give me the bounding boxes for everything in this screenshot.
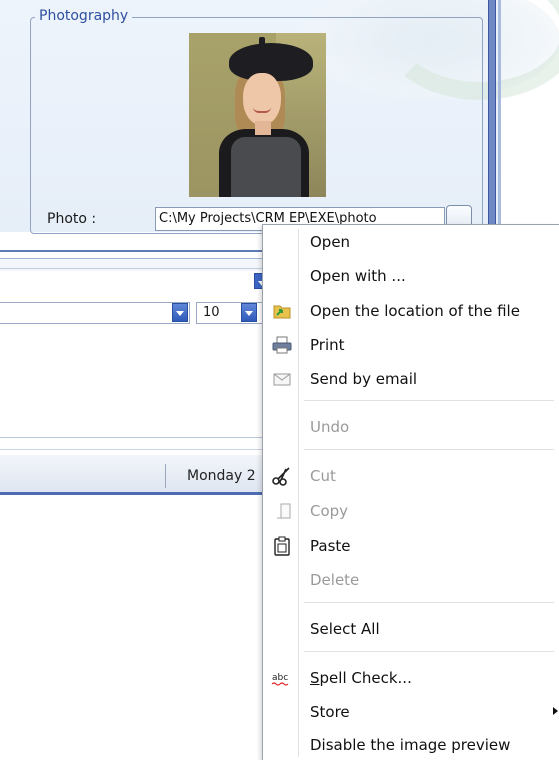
portrait-photo[interactable] [189, 33, 326, 197]
font-dropdown-button[interactable] [172, 303, 188, 322]
divider-line [0, 268, 262, 269]
photo-label: Photo : [47, 211, 97, 227]
menu-item-label: Cut [310, 467, 336, 485]
menu-separator [304, 651, 554, 652]
menu-separator [304, 400, 554, 401]
menu-separator [304, 449, 554, 450]
menu-item-cut[interactable]: Cut [263, 463, 559, 489]
divider-line [0, 437, 262, 438]
context-menu: Open Open with ... Open the location of … [262, 224, 559, 760]
menu-item-label: Open [310, 233, 351, 251]
printer-icon [271, 335, 293, 355]
copy-icon [271, 501, 293, 521]
menu-separator [304, 602, 554, 603]
scissors-icon [271, 466, 293, 486]
menu-item-label: Undo [310, 418, 350, 436]
menu-item-open-with[interactable]: Open with ... [263, 263, 559, 289]
menu-item-label: Disable the image preview [310, 736, 511, 754]
svg-text:abc: abc [272, 673, 288, 683]
menu-item-copy[interactable]: Copy [263, 498, 559, 524]
menu-item-label: Open the location of the file [310, 302, 520, 320]
menu-item-undo[interactable]: Undo [263, 414, 559, 440]
status-separator [165, 464, 166, 488]
spellcheck-icon: abc [271, 668, 293, 688]
menu-item-paste[interactable]: Paste [263, 533, 559, 559]
menu-item-select-all[interactable]: Select All [263, 616, 559, 642]
menu-item-send-email[interactable]: Send by email [263, 366, 559, 392]
menu-item-label: Select All [310, 620, 380, 638]
chevron-down-icon [245, 311, 253, 316]
submenu-arrow-icon [553, 707, 558, 715]
text-area[interactable] [0, 330, 262, 450]
chevron-down-icon [176, 311, 184, 316]
font-select[interactable] [0, 302, 190, 324]
status-date: Monday 2 [187, 468, 256, 484]
size-dropdown-button[interactable] [241, 303, 257, 322]
menu-item-label: Delete [310, 571, 360, 589]
menu-item-delete[interactable]: Delete [263, 567, 559, 593]
menu-item-disable-preview[interactable]: Disable the image preview [263, 732, 559, 758]
photography-legend: Photography [35, 8, 133, 24]
menu-item-store[interactable]: Store [263, 699, 559, 725]
menu-item-label: Paste [310, 537, 351, 555]
paste-icon [271, 536, 293, 556]
divider-line [0, 449, 262, 450]
panel-right-border-inner [498, 0, 501, 258]
envelope-icon [271, 369, 293, 389]
menu-item-open-location[interactable]: Open the location of the file [263, 298, 559, 324]
menu-item-open[interactable]: Open [263, 229, 559, 255]
menu-item-label: Spell Check... [310, 669, 412, 687]
menu-item-label: Open with ... [310, 267, 406, 285]
folder-arrow-icon [271, 301, 293, 321]
menu-item-spell-check[interactable]: abc Spell Check... [263, 665, 559, 691]
menu-item-label: Store [310, 703, 350, 721]
menu-item-print[interactable]: Print [263, 332, 559, 358]
panel-right-border [488, 0, 496, 258]
menu-item-label: Copy [310, 502, 349, 520]
menu-item-label: Send by email [310, 370, 418, 388]
menu-item-label: Print [310, 336, 345, 354]
